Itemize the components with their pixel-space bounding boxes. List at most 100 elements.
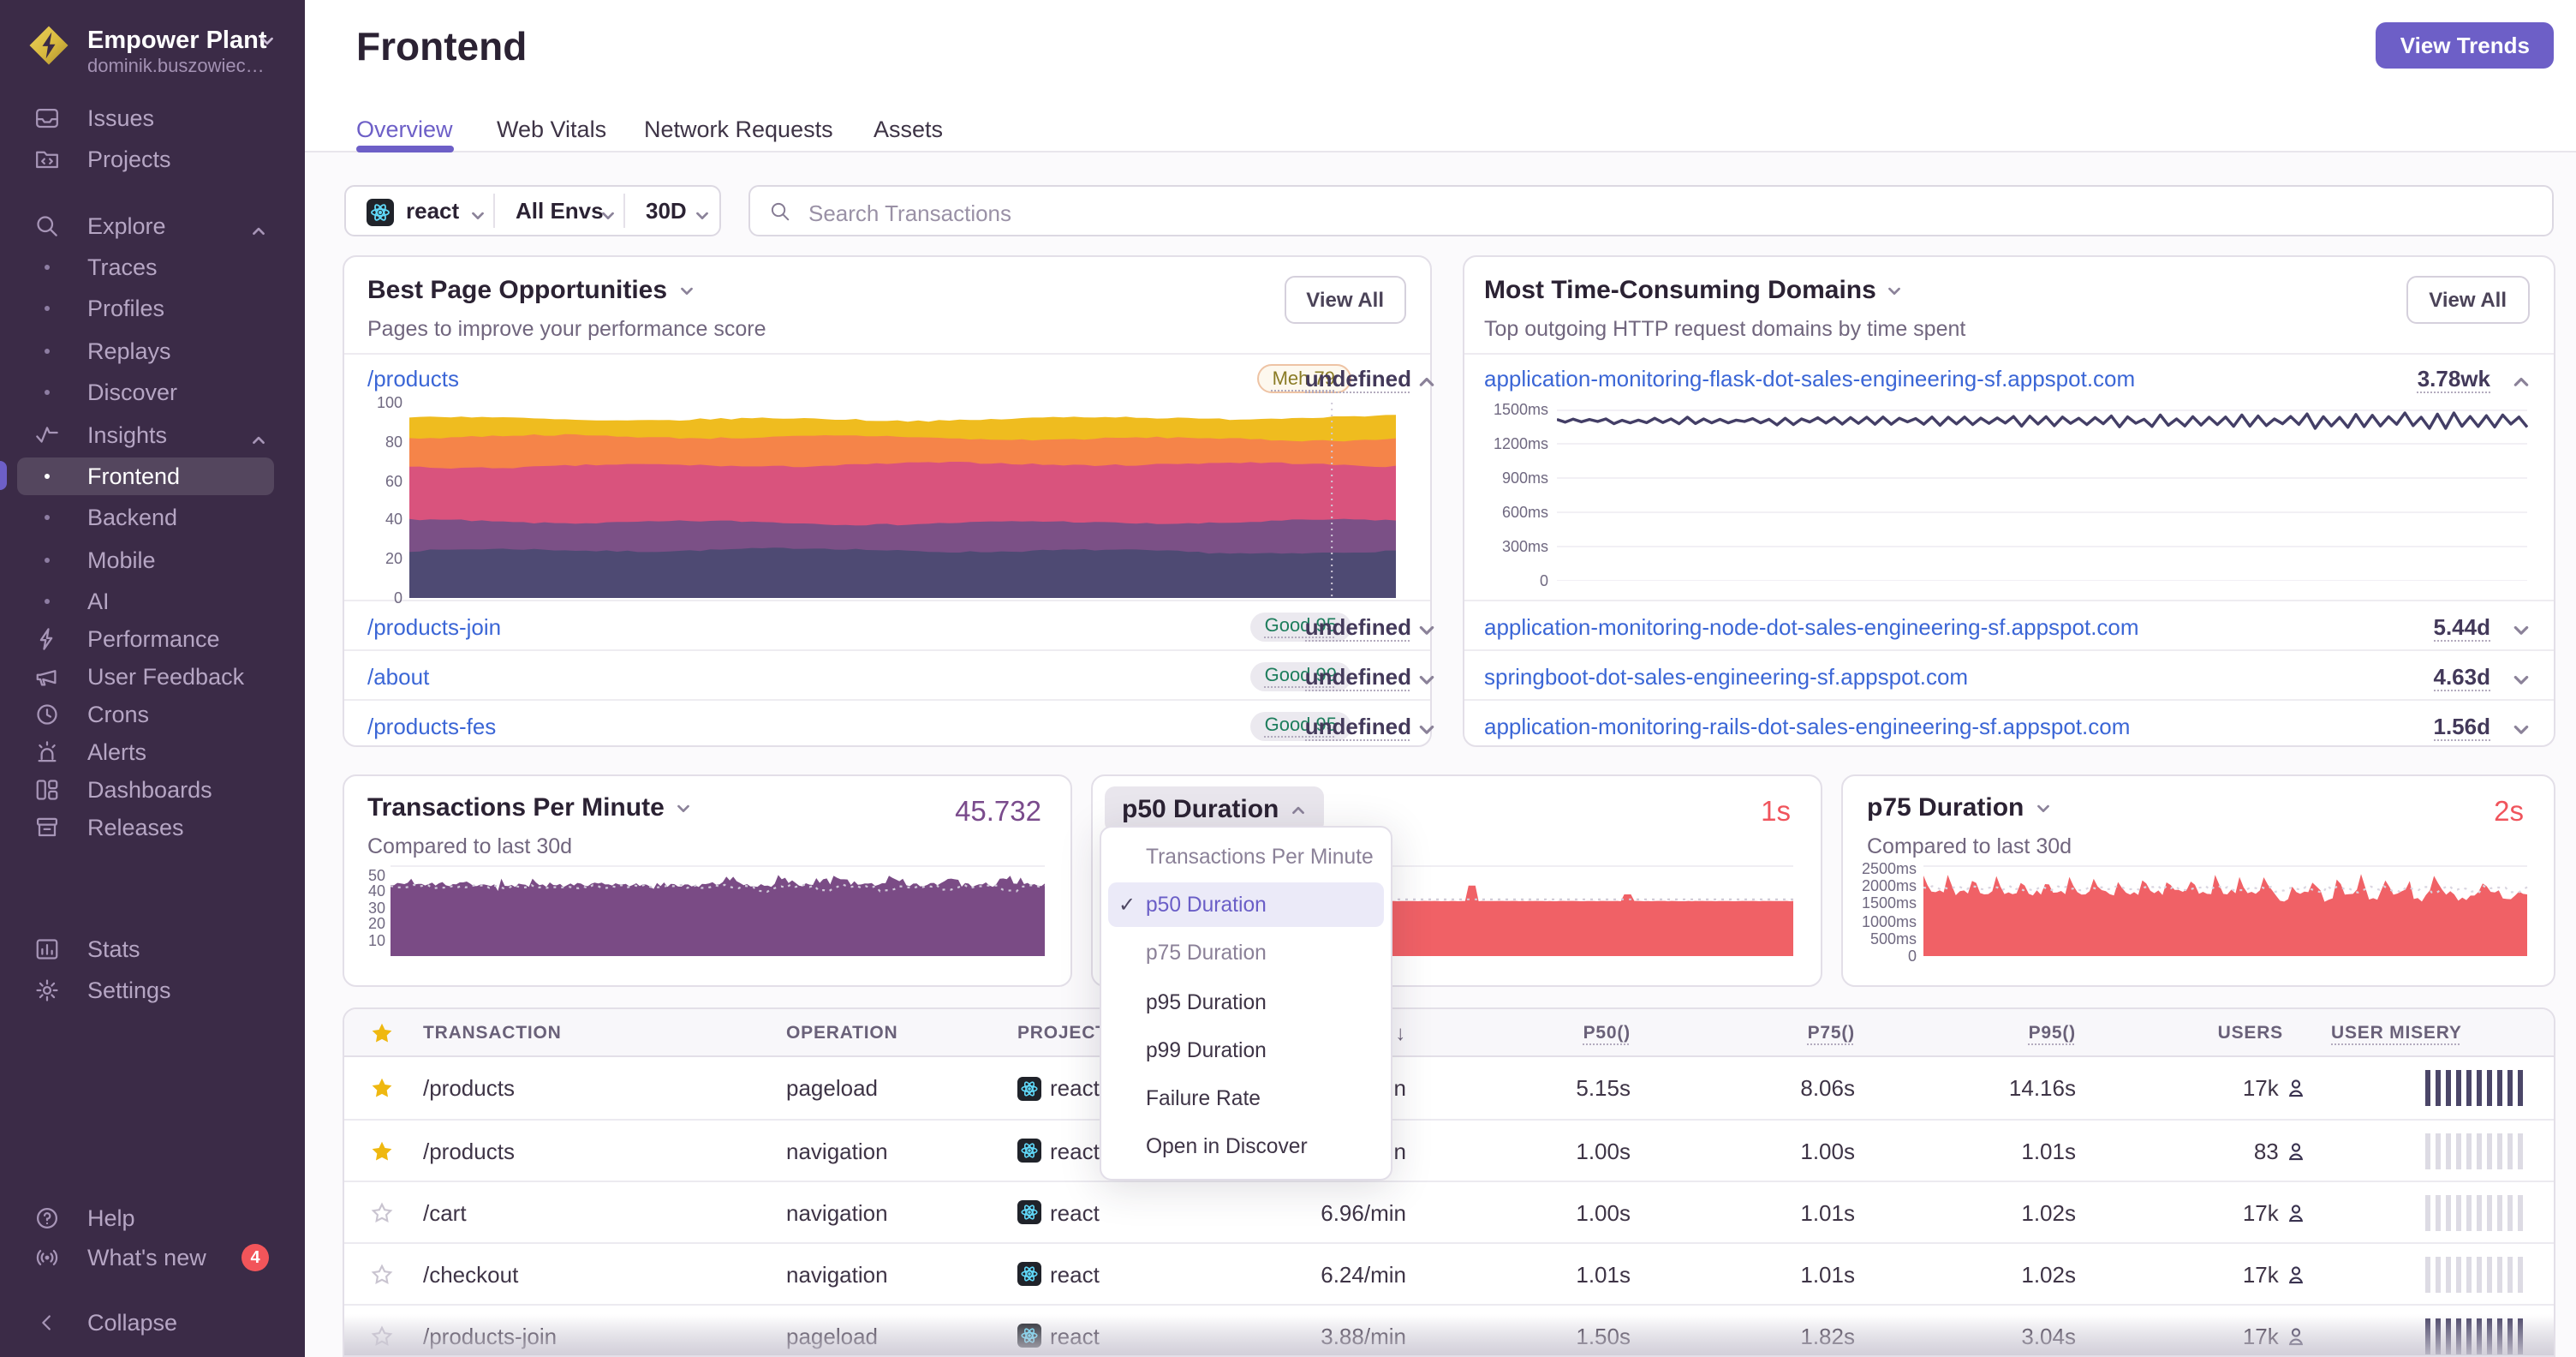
chevron-down-icon[interactable] xyxy=(2510,717,2528,734)
sidebar-item-discover[interactable]: Discover xyxy=(0,374,305,411)
sidebar-item-whats-new[interactable]: What's new 4 xyxy=(0,1239,305,1276)
users-cell: 17k xyxy=(2243,1323,2307,1348)
search-input[interactable] xyxy=(805,187,2456,238)
org-logo[interactable] xyxy=(27,22,70,69)
col-users[interactable]: USERS xyxy=(2218,1022,2283,1043)
chevron-up-icon[interactable] xyxy=(250,426,267,443)
page-link[interactable]: /products-fes xyxy=(367,713,496,738)
sidebar-item-crons[interactable]: Crons xyxy=(0,696,305,733)
tpm-panel-title[interactable]: Transactions Per Minute xyxy=(367,793,692,822)
domain-link[interactable]: springboot-dot-sales-engineering-sf.apps… xyxy=(1484,663,1968,689)
p50-value: 1s xyxy=(1761,797,1791,828)
chevron-down-icon[interactable] xyxy=(2510,667,2528,684)
page-link[interactable]: /products-join xyxy=(367,613,501,639)
tab-web-vitals[interactable]: Web Vitals xyxy=(497,117,606,142)
chevron-down-icon[interactable] xyxy=(2510,618,2528,635)
domain-link[interactable]: application-monitoring-node-dot-sales-en… xyxy=(1484,613,2139,639)
tab-overview[interactable]: Overview xyxy=(356,117,453,142)
star-filled-icon[interactable] xyxy=(369,1076,393,1100)
search-transactions-box[interactable] xyxy=(748,185,2554,238)
sidebar-item-backend[interactable]: Backend xyxy=(0,499,305,537)
sidebar-item-stats[interactable]: Stats xyxy=(0,930,305,967)
dropdown-item-failure-rate[interactable]: Failure Rate xyxy=(1108,1076,1384,1121)
sidebar-item-traces[interactable]: Traces xyxy=(0,248,305,286)
sidebar-item-dashboards[interactable]: Dashboards xyxy=(0,771,305,809)
domain-link[interactable]: application-monitoring-rails-dot-sales-e… xyxy=(1484,713,2130,738)
project-cell[interactable]: react xyxy=(1017,1261,1100,1287)
star-filled-icon[interactable] xyxy=(369,1139,393,1163)
dropdown-item-p50-duration[interactable]: ✓ p50 Duration xyxy=(1108,882,1384,928)
chevron-up-icon[interactable] xyxy=(2510,369,2528,386)
transaction-link[interactable]: /products xyxy=(423,1138,515,1163)
view-trends-button[interactable]: View Trends xyxy=(2376,22,2554,69)
col-p95[interactable]: P95() xyxy=(2029,1022,2076,1043)
transaction-link[interactable]: /products xyxy=(423,1075,515,1101)
domains-view-all-button[interactable]: View All xyxy=(2406,276,2529,324)
dropdown-item-p75-duration[interactable]: p75 Duration xyxy=(1108,931,1384,976)
sidebar-item-alerts[interactable]: Alerts xyxy=(0,733,305,771)
sidebar-item-settings[interactable]: Settings xyxy=(0,971,305,1009)
col-transaction[interactable]: TRANSACTION xyxy=(423,1022,562,1043)
sidebar-item-user-feedback[interactable]: User Feedback xyxy=(0,658,305,696)
dropdown-item-p95-duration[interactable]: p95 Duration xyxy=(1108,979,1384,1024)
dropdown-item-open-in-discover[interactable]: Open in Discover xyxy=(1108,1124,1384,1169)
project-cell[interactable]: react xyxy=(1017,1323,1100,1348)
chevron-down-icon[interactable] xyxy=(1416,667,1434,684)
col-project[interactable]: PROJECT xyxy=(1017,1022,1107,1043)
col-p75[interactable]: P75() xyxy=(1808,1022,1855,1043)
dropdown-item-p99-duration[interactable]: p99 Duration xyxy=(1108,1028,1384,1073)
chevron-up-icon[interactable] xyxy=(1416,369,1434,386)
star-column-header-icon[interactable] xyxy=(369,1020,393,1044)
sidebar-item-collapse[interactable]: Collapse xyxy=(0,1303,305,1341)
sidebar-item-issues[interactable]: Issues xyxy=(0,99,305,137)
page-link[interactable]: /products xyxy=(367,365,459,391)
sidebar-item-insights[interactable]: Insights xyxy=(0,415,305,453)
sidebar-item-help[interactable]: Help xyxy=(0,1199,305,1236)
sidebar-item-label: Help xyxy=(87,1205,135,1230)
star-outline-icon[interactable] xyxy=(369,1324,393,1348)
sidebar-item-projects[interactable]: Projects xyxy=(0,140,305,178)
p75-panel-title[interactable]: p75 Duration xyxy=(1867,793,2051,822)
sidebar-item-frontend[interactable]: Frontend xyxy=(0,457,305,495)
star-outline-icon[interactable] xyxy=(369,1262,393,1286)
project-cell[interactable]: react xyxy=(1017,1138,1100,1163)
opportunities-title[interactable]: Best Page Opportunities xyxy=(367,276,695,305)
sidebar-item-performance[interactable]: Performance xyxy=(0,620,305,658)
environment-filter-chevron-icon[interactable] xyxy=(599,202,617,219)
environment-filter[interactable]: All Envs xyxy=(516,198,604,224)
projects-icon xyxy=(34,146,60,172)
tab-assets[interactable]: Assets xyxy=(874,117,943,142)
org-name[interactable]: Empower Plant xyxy=(87,27,267,55)
date-range-chevron-icon[interactable] xyxy=(694,202,711,219)
org-switcher-chevron-icon[interactable] xyxy=(259,27,276,45)
sort-descending-icon[interactable]: ↓ xyxy=(1395,1020,1406,1044)
star-outline-icon[interactable] xyxy=(369,1200,393,1224)
domains-title[interactable]: Most Time-Consuming Domains xyxy=(1484,276,1904,305)
sidebar-item-replays[interactable]: Replays xyxy=(0,332,305,369)
chevron-down-icon[interactable] xyxy=(1416,717,1434,734)
chevron-up-icon[interactable] xyxy=(250,217,267,234)
domain-link[interactable]: application-monitoring-flask-dot-sales-e… xyxy=(1484,365,2135,391)
col-user-misery[interactable]: USER MISERY xyxy=(2331,1022,2462,1043)
project-filter-chevron-icon[interactable] xyxy=(469,202,486,219)
transaction-link[interactable]: /checkout xyxy=(423,1261,518,1287)
col-p50[interactable]: P50() xyxy=(1583,1022,1631,1043)
date-range-filter[interactable]: 30D xyxy=(646,198,687,224)
project-filter[interactable]: react xyxy=(406,198,459,224)
sidebar-item-releases[interactable]: Releases xyxy=(0,809,305,846)
sidebar-item-profiles[interactable]: Profiles xyxy=(0,290,305,328)
table-row: /products navigation react in 1.00s 1.00s 1.01… xyxy=(343,1119,2553,1181)
project-cell[interactable]: react xyxy=(1017,1075,1100,1101)
sidebar-item-mobile[interactable]: Mobile xyxy=(0,541,305,578)
transaction-link[interactable]: /products-join xyxy=(423,1323,557,1348)
opportunities-view-all-button[interactable]: View All xyxy=(1284,276,1406,324)
transaction-link[interactable]: /cart xyxy=(423,1199,467,1225)
dropdown-item-transactions-per-minute[interactable]: Transactions Per Minute xyxy=(1108,834,1384,879)
page-link[interactable]: /about xyxy=(367,663,429,689)
col-operation[interactable]: OPERATION xyxy=(786,1022,898,1043)
sidebar-item-explore[interactable]: Explore xyxy=(0,206,305,244)
chevron-down-icon[interactable] xyxy=(1416,618,1434,635)
project-cell[interactable]: react xyxy=(1017,1199,1100,1225)
tab-network-requests[interactable]: Network Requests xyxy=(644,117,833,142)
sidebar-item-ai[interactable]: AI xyxy=(0,583,305,620)
